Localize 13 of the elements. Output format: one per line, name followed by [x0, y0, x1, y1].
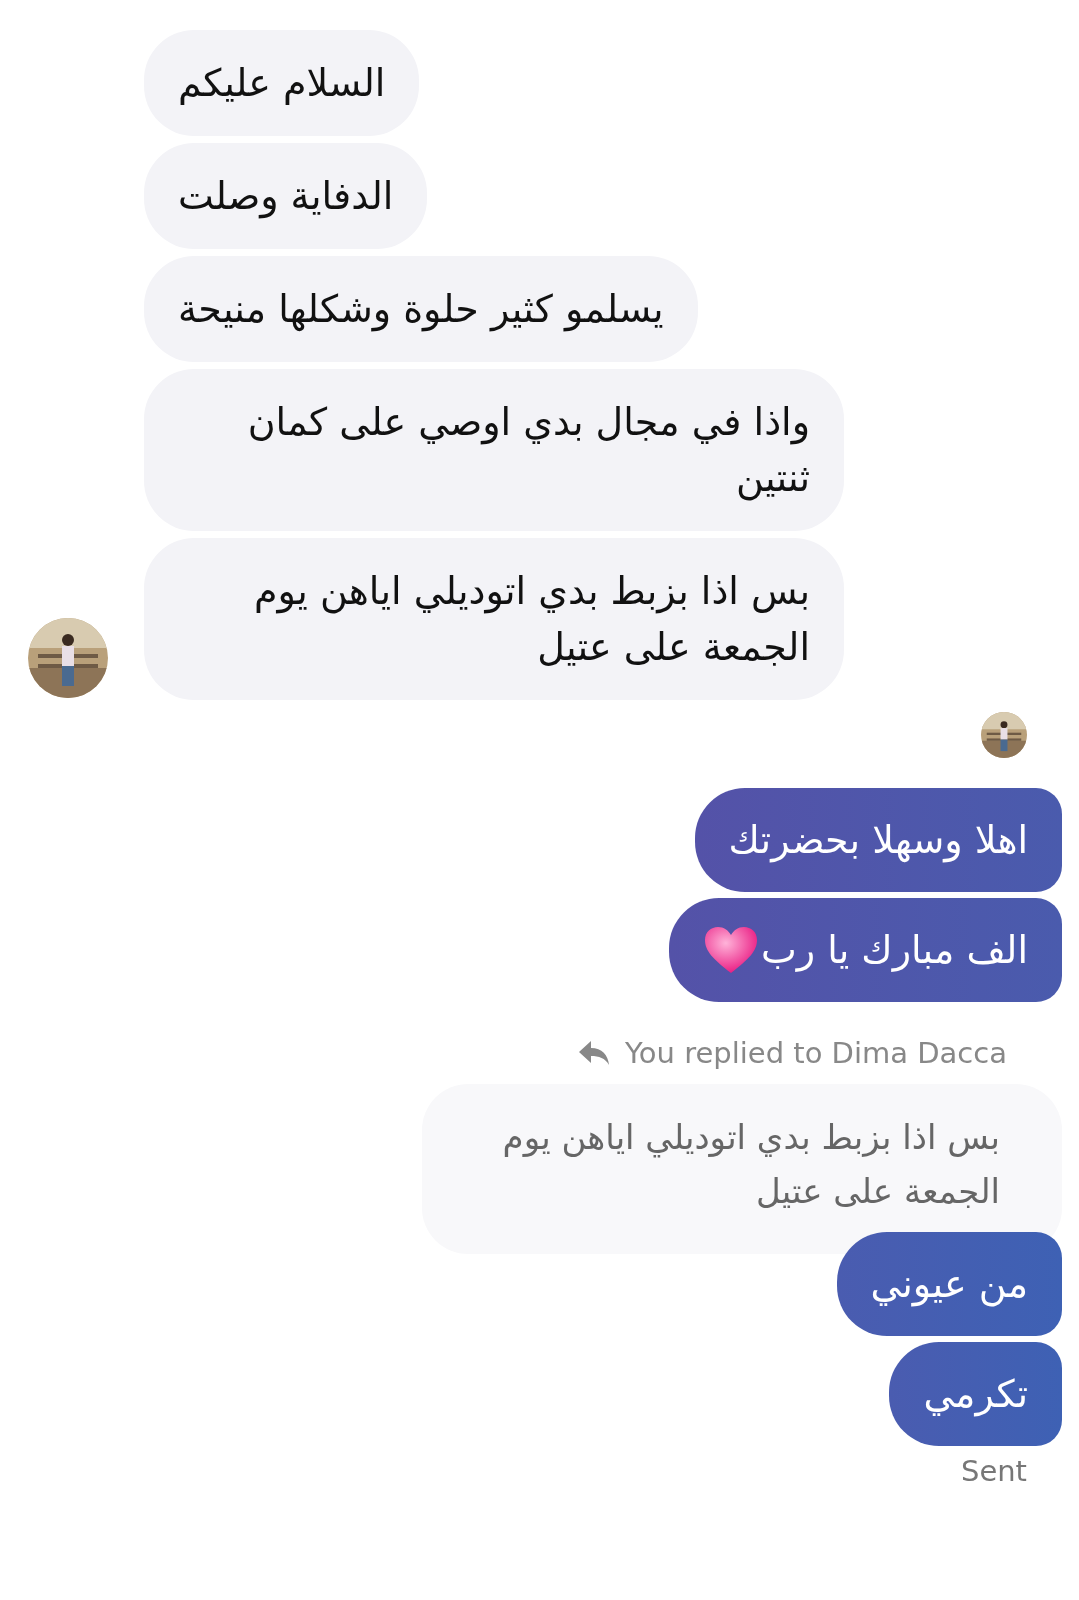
- message-bubble: الدفاية وصلت: [144, 143, 428, 249]
- message-bubble: السلام عليكم: [144, 30, 420, 136]
- reply-label: You replied to Dima Dacca: [624, 1036, 1007, 1070]
- heart-icon: [702, 925, 759, 975]
- message-bubble: بس اذا بزبط بدي اتوديلي اياهن يوم الجمعة على عتيل: [144, 538, 844, 700]
- message-bubble: واذا في مجال بدي اوصي على كمان ثنتين: [144, 369, 844, 531]
- message-bubble: اهلا وسهلا بحضرتك: [694, 788, 1062, 892]
- sent-status: Sent: [961, 1454, 1027, 1488]
- message-bubble: الف مبارك يا رب: [668, 898, 1062, 1002]
- message-bubble: من عيوني: [836, 1232, 1062, 1336]
- message-bubble: يسلمو كثير حلوة وشكلها منيحة: [144, 256, 698, 362]
- message-bubble: تكرمي: [889, 1342, 1062, 1446]
- quoted-message: بس اذا بزبط بدي اتوديلي اياهن يوم الجمعة على عتيل: [422, 1084, 1062, 1254]
